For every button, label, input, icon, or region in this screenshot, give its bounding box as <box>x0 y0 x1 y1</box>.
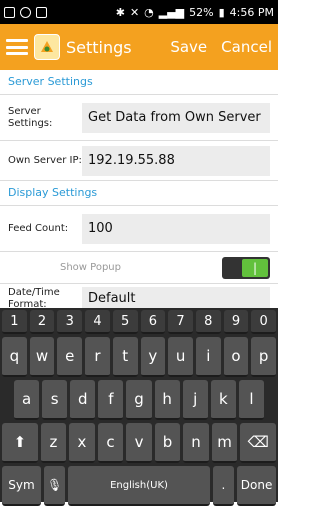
key-m[interactable]: m <box>211 423 238 463</box>
feed-count-row: Feed Count: 100 <box>0 206 278 252</box>
notification-icon <box>4 6 15 18</box>
done-key[interactable]: Done <box>237 466 277 506</box>
server-settings-header: Server Settings <box>0 70 278 95</box>
shift-icon[interactable]: ⬆ <box>2 423 38 463</box>
server-settings-label: Server Settings: <box>8 105 53 129</box>
key-l[interactable]: l <box>238 380 264 420</box>
asdf-row: a s d f g h j k l <box>2 380 276 420</box>
key-z[interactable]: z <box>40 423 67 463</box>
key-i[interactable]: i <box>195 337 221 377</box>
battery-icon: ▮ <box>218 5 225 19</box>
feed-count-input[interactable]: 100 <box>82 213 270 244</box>
key-b[interactable]: b <box>154 423 181 463</box>
key-j[interactable]: j <box>182 380 208 420</box>
cancel-button[interactable]: Cancel <box>221 38 272 56</box>
soft-keyboard: 1 2 3 4 5 6 7 8 9 0 q w e r t y u i o p … <box>0 308 278 506</box>
key-w[interactable]: w <box>29 337 55 377</box>
key-k[interactable]: k <box>210 380 236 420</box>
key-n[interactable]: n <box>183 423 209 463</box>
own-server-ip-input[interactable]: 192.19.55.88 <box>82 145 270 176</box>
app-logo-icon <box>34 34 60 60</box>
whatsapp-icon <box>20 6 31 18</box>
bluetooth-icon: ✱ <box>115 5 125 19</box>
key-y[interactable]: y <box>140 337 166 377</box>
key-1[interactable]: 1 <box>2 310 27 334</box>
key-6[interactable]: 6 <box>140 310 166 334</box>
action-bar: Settings Save Cancel <box>0 24 278 70</box>
key-3[interactable]: 3 <box>57 310 83 334</box>
bottom-row: Sym 🎙 English(UK) . Done <box>2 466 277 506</box>
toggle-knob: | <box>242 258 268 277</box>
feed-count-label: Feed Count: <box>8 222 69 234</box>
server-settings-select[interactable]: Get Data from Own Server <box>82 102 270 133</box>
key-f[interactable]: f <box>98 380 124 420</box>
key-q[interactable]: q <box>2 337 27 377</box>
show-popup-toggle[interactable]: | <box>222 256 270 279</box>
number-row: 1 2 3 4 5 6 7 8 9 0 <box>2 310 277 334</box>
key-0[interactable]: 0 <box>251 310 277 334</box>
datetime-format-label: Date/Time Format: <box>8 286 60 310</box>
key-4[interactable]: 4 <box>85 310 110 334</box>
key-5[interactable]: 5 <box>112 310 138 334</box>
microphone-icon[interactable]: 🎙 <box>43 466 66 506</box>
key-r[interactable]: r <box>85 337 110 377</box>
qwerty-row: q w e r t y u i o p <box>2 337 277 377</box>
wifi-icon: ◔ <box>144 5 154 19</box>
key-h[interactable]: h <box>154 380 180 420</box>
key-7[interactable]: 7 <box>168 310 193 334</box>
key-a[interactable]: a <box>14 380 40 420</box>
key-d[interactable]: d <box>70 380 96 420</box>
datetime-format-select[interactable]: Default <box>82 286 270 311</box>
show-popup-label: Show Popup <box>60 262 121 273</box>
own-server-ip-row: Own Server IP: 192.19.55.88 <box>0 141 278 181</box>
server-settings-row: Server Settings: Get Data from Own Serve… <box>0 95 278 141</box>
keyboard-icon <box>36 6 47 18</box>
save-button[interactable]: Save <box>170 38 207 56</box>
period-key[interactable]: . <box>212 466 235 506</box>
key-o[interactable]: o <box>223 337 249 377</box>
backspace-icon[interactable]: ⌫ <box>240 423 277 463</box>
settings-form: Server Settings Server Settings: Get Dat… <box>0 70 278 314</box>
status-time: 4:56 PM <box>229 5 274 19</box>
key-2[interactable]: 2 <box>29 310 55 334</box>
key-u[interactable]: u <box>168 337 193 377</box>
key-9[interactable]: 9 <box>223 310 249 334</box>
display-settings-header: Display Settings <box>0 181 278 206</box>
mute-icon: ✕ <box>129 5 140 19</box>
key-c[interactable]: c <box>97 423 124 463</box>
key-e[interactable]: e <box>57 337 83 377</box>
key-8[interactable]: 8 <box>195 310 221 334</box>
signal-icon: ▂▄▆ <box>158 5 185 19</box>
key-v[interactable]: v <box>126 423 152 463</box>
key-g[interactable]: g <box>126 380 152 420</box>
key-x[interactable]: x <box>69 423 95 463</box>
key-s[interactable]: s <box>42 380 68 420</box>
zxcv-row: ⬆ z x c v b n m ⌫ <box>2 423 277 463</box>
key-p[interactable]: p <box>251 337 277 377</box>
page-title: Settings <box>66 37 132 57</box>
battery-level: 52% <box>189 5 214 19</box>
menu-icon[interactable] <box>6 39 28 55</box>
sym-key[interactable]: Sym <box>2 466 41 506</box>
key-t[interactable]: t <box>112 337 138 377</box>
own-server-ip-label: Own Server IP: <box>8 154 82 166</box>
show-popup-row: Show Popup | <box>0 252 278 284</box>
status-bar: ✱ ✕ ◔ ▂▄▆ 52% ▮ 4:56 PM <box>0 0 278 24</box>
space-key[interactable]: English(UK) <box>68 466 210 506</box>
